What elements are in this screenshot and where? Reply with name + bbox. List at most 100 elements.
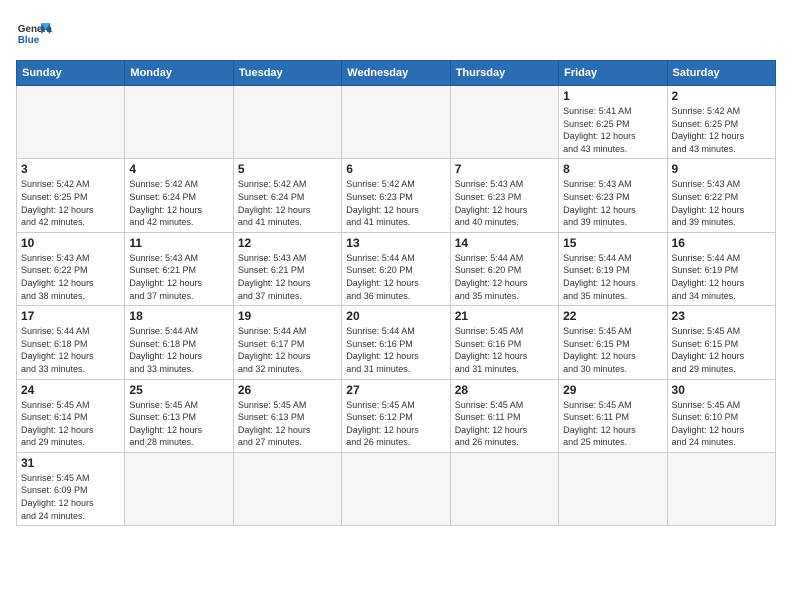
calendar-week-1: 1 Sunrise: 5:41 AM Sunset: 6:25 PM Daylig… [17,86,776,159]
weekday-header-thursday: Thursday [450,61,558,86]
calendar-cell [17,86,125,159]
day-info: Sunrise: 5:44 AM Sunset: 6:16 PM Dayligh… [346,325,445,375]
day-info: Sunrise: 5:45 AM Sunset: 6:15 PM Dayligh… [672,325,771,375]
calendar-week-4: 17 Sunrise: 5:44 AM Sunset: 6:18 PM Dayli… [17,306,776,379]
day-info: Sunrise: 5:42 AM Sunset: 6:25 PM Dayligh… [672,105,771,155]
day-number: 10 [21,236,120,250]
day-info: Sunrise: 5:41 AM Sunset: 6:25 PM Dayligh… [563,105,662,155]
day-number: 20 [346,309,445,323]
calendar-cell: 9 Sunrise: 5:43 AM Sunset: 6:22 PM Daylig… [667,159,775,232]
day-number: 9 [672,162,771,176]
calendar-cell: 10Sunrise: 5:43 AM Sunset: 6:22 PM Dayli… [17,232,125,305]
calendar-cell [450,86,558,159]
day-number: 29 [563,383,662,397]
generalblue-logo-icon: General Blue [16,16,52,52]
weekday-header-saturday: Saturday [667,61,775,86]
day-info: Sunrise: 5:43 AM Sunset: 6:22 PM Dayligh… [672,178,771,228]
day-number: 1 [563,89,662,103]
calendar-week-2: 3 Sunrise: 5:42 AM Sunset: 6:25 PM Daylig… [17,159,776,232]
calendar-cell: 16 Sunrise: 5:44 AM Sunset: 6:19 PM Dayli… [667,232,775,305]
weekday-header-sunday: Sunday [17,61,125,86]
weekday-header-wednesday: Wednesday [342,61,450,86]
day-info: Sunrise: 5:44 AM Sunset: 6:18 PM Dayligh… [129,325,228,375]
day-number: 15 [563,236,662,250]
day-number: 31 [21,456,120,470]
calendar-cell: 8Sunrise: 5:43 AM Sunset: 6:23 PM Daylig… [559,159,667,232]
calendar-table: SundayMondayTuesdayWednesdayThursdayFrid… [16,60,776,526]
weekday-header-tuesday: Tuesday [233,61,341,86]
day-number: 3 [21,162,120,176]
day-info: Sunrise: 5:44 AM Sunset: 6:20 PM Dayligh… [455,252,554,302]
day-info: Sunrise: 5:45 AM Sunset: 6:15 PM Dayligh… [563,325,662,375]
calendar-cell: 25 Sunrise: 5:45 AM Sunset: 6:13 PM Dayli… [125,379,233,452]
calendar-cell: 11 Sunrise: 5:43 AM Sunset: 6:21 PM Dayli… [125,232,233,305]
calendar-cell: 1 Sunrise: 5:41 AM Sunset: 6:25 PM Daylig… [559,86,667,159]
calendar-cell: 12Sunrise: 5:43 AM Sunset: 6:21 PM Dayli… [233,232,341,305]
calendar-cell: 21Sunrise: 5:45 AM Sunset: 6:16 PM Dayli… [450,306,558,379]
calendar-cell: 26Sunrise: 5:45 AM Sunset: 6:13 PM Dayli… [233,379,341,452]
calendar-cell [450,452,558,525]
calendar-cell: 28Sunrise: 5:45 AM Sunset: 6:11 PM Dayli… [450,379,558,452]
calendar-cell: 17 Sunrise: 5:44 AM Sunset: 6:18 PM Dayli… [17,306,125,379]
day-info: Sunrise: 5:42 AM Sunset: 6:25 PM Dayligh… [21,178,120,228]
calendar-cell: 19 Sunrise: 5:44 AM Sunset: 6:17 PM Dayli… [233,306,341,379]
calendar-cell: 5 Sunrise: 5:42 AM Sunset: 6:24 PM Daylig… [233,159,341,232]
calendar-cell [667,452,775,525]
day-info: Sunrise: 5:42 AM Sunset: 6:24 PM Dayligh… [238,178,337,228]
day-info: Sunrise: 5:45 AM Sunset: 6:14 PM Dayligh… [21,399,120,449]
day-number: 30 [672,383,771,397]
calendar-cell: 23Sunrise: 5:45 AM Sunset: 6:15 PM Dayli… [667,306,775,379]
day-number: 7 [455,162,554,176]
day-info: Sunrise: 5:44 AM Sunset: 6:19 PM Dayligh… [672,252,771,302]
day-number: 22 [563,309,662,323]
calendar-week-3: 10Sunrise: 5:43 AM Sunset: 6:22 PM Dayli… [17,232,776,305]
calendar-cell [342,86,450,159]
calendar-cell: 4 Sunrise: 5:42 AM Sunset: 6:24 PM Daylig… [125,159,233,232]
calendar-cell: 15 Sunrise: 5:44 AM Sunset: 6:19 PM Dayli… [559,232,667,305]
calendar-cell: 29Sunrise: 5:45 AM Sunset: 6:11 PM Dayli… [559,379,667,452]
day-number: 14 [455,236,554,250]
calendar-cell: 14 Sunrise: 5:44 AM Sunset: 6:20 PM Dayli… [450,232,558,305]
weekday-header-monday: Monday [125,61,233,86]
calendar-cell [559,452,667,525]
day-number: 19 [238,309,337,323]
day-info: Sunrise: 5:45 AM Sunset: 6:13 PM Dayligh… [129,399,228,449]
day-info: Sunrise: 5:45 AM Sunset: 6:12 PM Dayligh… [346,399,445,449]
weekday-header-friday: Friday [559,61,667,86]
calendar-cell [125,452,233,525]
day-number: 26 [238,383,337,397]
calendar-cell: 24Sunrise: 5:45 AM Sunset: 6:14 PM Dayli… [17,379,125,452]
calendar-cell: 22 Sunrise: 5:45 AM Sunset: 6:15 PM Dayli… [559,306,667,379]
day-number: 25 [129,383,228,397]
calendar-cell [125,86,233,159]
day-number: 4 [129,162,228,176]
day-number: 16 [672,236,771,250]
day-info: Sunrise: 5:45 AM Sunset: 6:11 PM Dayligh… [455,399,554,449]
calendar-cell: 6Sunrise: 5:42 AM Sunset: 6:23 PM Daylig… [342,159,450,232]
calendar-cell: 7 Sunrise: 5:43 AM Sunset: 6:23 PM Daylig… [450,159,558,232]
calendar-cell [342,452,450,525]
day-number: 18 [129,309,228,323]
calendar-week-6: 31 Sunrise: 5:45 AM Sunset: 6:09 PM Dayli… [17,452,776,525]
calendar-cell: 27Sunrise: 5:45 AM Sunset: 6:12 PM Dayli… [342,379,450,452]
day-info: Sunrise: 5:44 AM Sunset: 6:19 PM Dayligh… [563,252,662,302]
calendar-cell: 3 Sunrise: 5:42 AM Sunset: 6:25 PM Daylig… [17,159,125,232]
day-info: Sunrise: 5:44 AM Sunset: 6:17 PM Dayligh… [238,325,337,375]
calendar-cell: 2 Sunrise: 5:42 AM Sunset: 6:25 PM Daylig… [667,86,775,159]
day-info: Sunrise: 5:44 AM Sunset: 6:18 PM Dayligh… [21,325,120,375]
day-info: Sunrise: 5:43 AM Sunset: 6:21 PM Dayligh… [129,252,228,302]
day-number: 8 [563,162,662,176]
day-number: 2 [672,89,771,103]
day-info: Sunrise: 5:42 AM Sunset: 6:23 PM Dayligh… [346,178,445,228]
day-number: 21 [455,309,554,323]
calendar-cell: 18 Sunrise: 5:44 AM Sunset: 6:18 PM Dayli… [125,306,233,379]
day-number: 12 [238,236,337,250]
day-number: 17 [21,309,120,323]
day-number: 5 [238,162,337,176]
calendar-cell [233,86,341,159]
day-info: Sunrise: 5:43 AM Sunset: 6:23 PM Dayligh… [455,178,554,228]
calendar-cell: 30Sunrise: 5:45 AM Sunset: 6:10 PM Dayli… [667,379,775,452]
day-number: 11 [129,236,228,250]
day-info: Sunrise: 5:45 AM Sunset: 6:09 PM Dayligh… [21,472,120,522]
day-info: Sunrise: 5:42 AM Sunset: 6:24 PM Dayligh… [129,178,228,228]
